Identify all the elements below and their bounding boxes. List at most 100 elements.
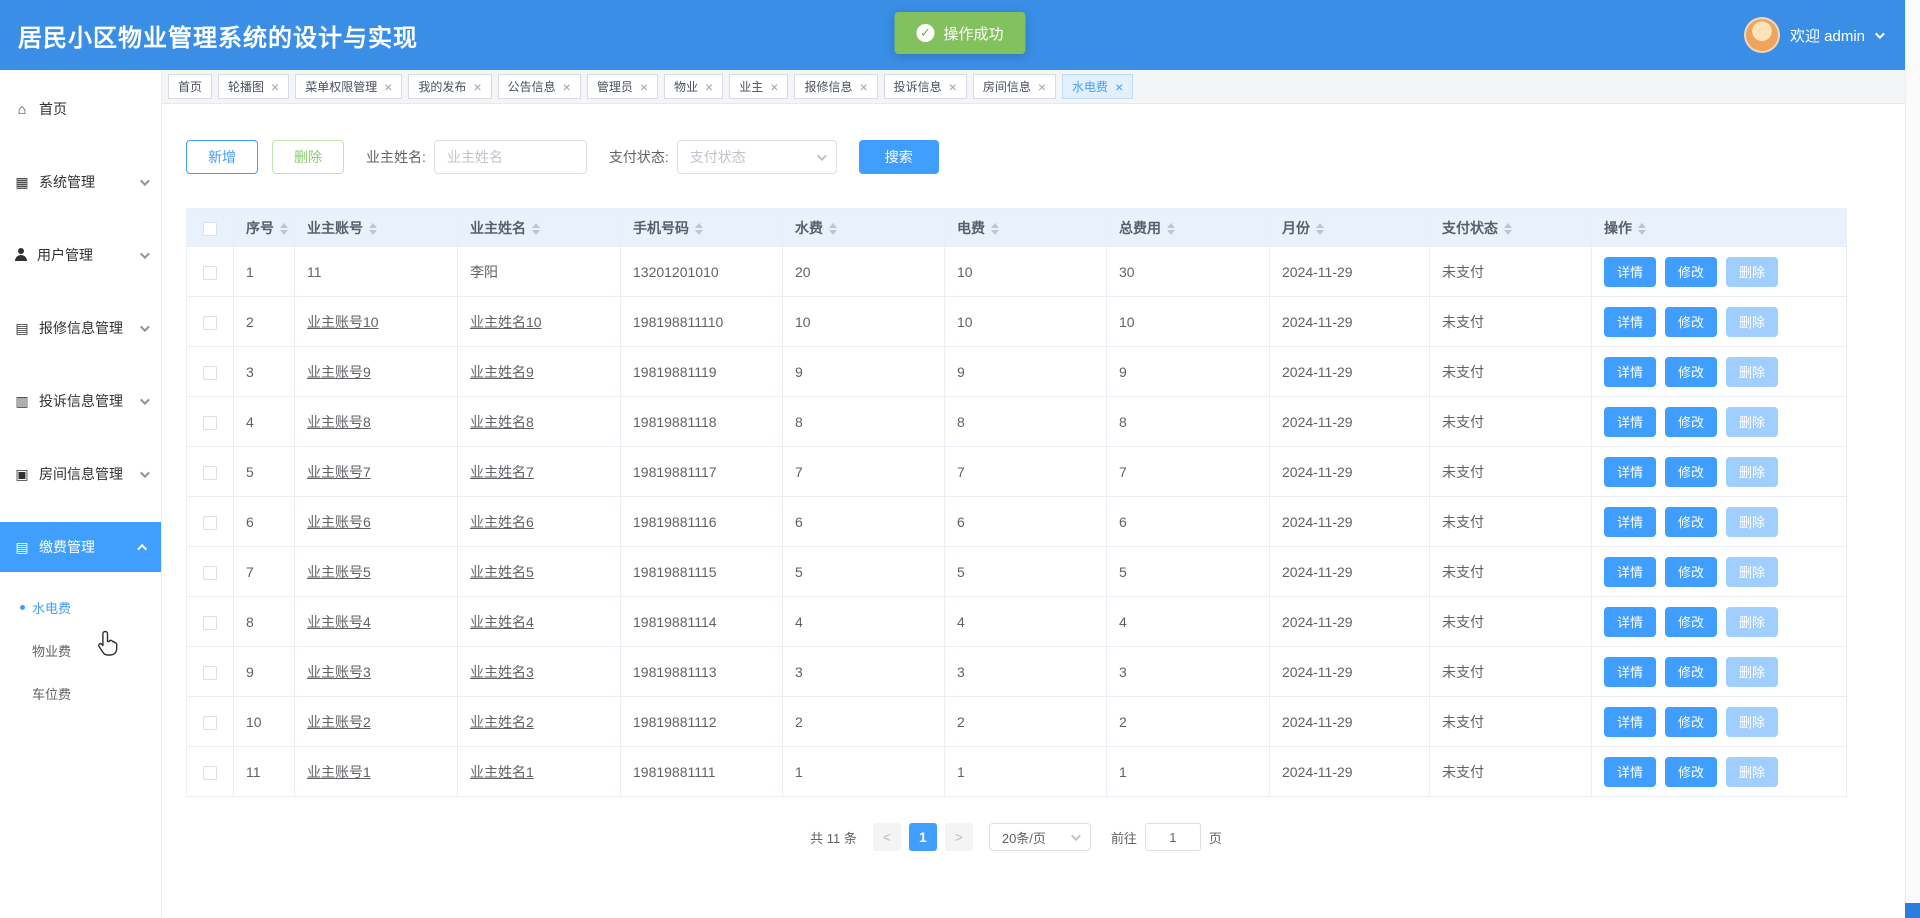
delete-row-button[interactable]: 删除 bbox=[1726, 607, 1778, 637]
edit-button[interactable]: 修改 bbox=[1665, 757, 1717, 787]
owner-name-input[interactable] bbox=[434, 140, 587, 174]
tab-close-icon[interactable]: × bbox=[859, 80, 867, 94]
pay-status-select[interactable]: 支付状态 bbox=[677, 140, 837, 174]
row-checkbox[interactable] bbox=[203, 266, 217, 280]
edit-button[interactable]: 修改 bbox=[1665, 307, 1717, 337]
sort-icon[interactable] bbox=[1504, 223, 1512, 235]
column-header-水费[interactable]: 水费 bbox=[783, 209, 945, 247]
tab-close-icon[interactable]: × bbox=[640, 80, 648, 94]
tab-close-icon[interactable]: × bbox=[1038, 80, 1046, 94]
edit-button[interactable]: 修改 bbox=[1665, 357, 1717, 387]
next-page-button[interactable]: > bbox=[945, 823, 973, 851]
sidebar-item-报修信息管理[interactable]: ▤报修信息管理 bbox=[0, 303, 161, 353]
sidebar-item-首页[interactable]: ⌂首页 bbox=[0, 84, 161, 134]
sort-icon[interactable] bbox=[532, 223, 540, 235]
sidebar-item-投诉信息管理[interactable]: ▥投诉信息管理 bbox=[0, 376, 161, 426]
delete-row-button[interactable]: 删除 bbox=[1726, 357, 1778, 387]
column-header-月份[interactable]: 月份 bbox=[1270, 209, 1430, 247]
tab-close-icon[interactable]: × bbox=[770, 80, 778, 94]
tab-close-icon[interactable]: × bbox=[473, 80, 481, 94]
tab-close-icon[interactable]: × bbox=[563, 80, 571, 94]
tab-业主[interactable]: 业主× bbox=[729, 74, 788, 99]
detail-button[interactable]: 详情 bbox=[1604, 607, 1656, 637]
sort-icon[interactable] bbox=[991, 223, 999, 235]
detail-button[interactable]: 详情 bbox=[1604, 307, 1656, 337]
delete-row-button[interactable]: 删除 bbox=[1726, 657, 1778, 687]
sort-icon[interactable] bbox=[829, 223, 837, 235]
column-header-总费用[interactable]: 总费用 bbox=[1107, 209, 1270, 247]
detail-button[interactable]: 详情 bbox=[1604, 507, 1656, 537]
delete-row-button[interactable]: 删除 bbox=[1726, 457, 1778, 487]
edit-button[interactable]: 修改 bbox=[1665, 507, 1717, 537]
row-checkbox[interactable] bbox=[203, 516, 217, 530]
detail-button[interactable]: 详情 bbox=[1604, 707, 1656, 737]
detail-button[interactable]: 详情 bbox=[1604, 257, 1656, 287]
tab-我的发布[interactable]: 我的发布× bbox=[408, 74, 491, 99]
edit-button[interactable]: 修改 bbox=[1665, 607, 1717, 637]
tab-投诉信息[interactable]: 投诉信息× bbox=[884, 74, 967, 99]
tab-close-icon[interactable]: × bbox=[705, 80, 713, 94]
scrollbar-track[interactable] bbox=[1905, 0, 1920, 918]
row-checkbox[interactable] bbox=[203, 666, 217, 680]
tab-物业[interactable]: 物业× bbox=[664, 74, 723, 99]
sidebar-subitem-物业费[interactable]: 物业费 bbox=[0, 629, 161, 672]
sort-icon[interactable] bbox=[369, 223, 377, 235]
sidebar-item-系统管理[interactable]: ▦系统管理 bbox=[0, 157, 161, 207]
add-button[interactable]: 新增 bbox=[186, 140, 258, 174]
goto-page-input[interactable] bbox=[1145, 823, 1201, 851]
delete-row-button[interactable]: 删除 bbox=[1726, 507, 1778, 537]
tab-水电费[interactable]: 水电费× bbox=[1062, 74, 1133, 99]
detail-button[interactable]: 详情 bbox=[1604, 657, 1656, 687]
sort-icon[interactable] bbox=[695, 223, 703, 235]
row-checkbox[interactable] bbox=[203, 466, 217, 480]
column-header-业主账号[interactable]: 业主账号 bbox=[295, 209, 458, 247]
page-size-select[interactable]: 20条/页 bbox=[989, 823, 1091, 851]
tab-房间信息[interactable]: 房间信息× bbox=[973, 74, 1056, 99]
column-header-支付状态[interactable]: 支付状态 bbox=[1430, 209, 1592, 247]
column-header-操作[interactable]: 操作 bbox=[1592, 209, 1847, 247]
row-checkbox[interactable] bbox=[203, 766, 217, 780]
search-button[interactable]: 搜索 bbox=[859, 140, 939, 174]
tab-close-icon[interactable]: × bbox=[384, 80, 392, 94]
delete-row-button[interactable]: 删除 bbox=[1726, 757, 1778, 787]
row-checkbox[interactable] bbox=[203, 316, 217, 330]
tab-报修信息[interactable]: 报修信息× bbox=[794, 74, 877, 99]
column-header-业主姓名[interactable]: 业主姓名 bbox=[458, 209, 621, 247]
tab-首页[interactable]: 首页 bbox=[168, 74, 212, 99]
select-all-checkbox[interactable] bbox=[203, 222, 217, 236]
sort-icon[interactable] bbox=[1316, 223, 1324, 235]
detail-button[interactable]: 详情 bbox=[1604, 757, 1656, 787]
tab-公告信息[interactable]: 公告信息× bbox=[498, 74, 581, 99]
sort-icon[interactable] bbox=[280, 223, 288, 235]
tab-菜单权限管理[interactable]: 菜单权限管理× bbox=[295, 74, 402, 99]
sidebar-item-缴费管理[interactable]: ▤缴费管理 bbox=[0, 522, 161, 572]
tab-轮播图[interactable]: 轮播图× bbox=[218, 74, 289, 99]
sidebar-item-房间信息管理[interactable]: ▣房间信息管理 bbox=[0, 449, 161, 499]
row-checkbox[interactable] bbox=[203, 416, 217, 430]
sidebar-subitem-车位费[interactable]: 车位费 bbox=[0, 672, 161, 715]
page-1-button[interactable]: 1 bbox=[909, 823, 937, 851]
delete-row-button[interactable]: 删除 bbox=[1726, 307, 1778, 337]
row-checkbox[interactable] bbox=[203, 366, 217, 380]
edit-button[interactable]: 修改 bbox=[1665, 557, 1717, 587]
user-menu[interactable]: 欢迎 admin bbox=[1744, 17, 1882, 53]
edit-button[interactable]: 修改 bbox=[1665, 707, 1717, 737]
tab-close-icon[interactable]: × bbox=[1115, 80, 1123, 94]
row-checkbox[interactable] bbox=[203, 566, 217, 580]
edit-button[interactable]: 修改 bbox=[1665, 657, 1717, 687]
sort-icon[interactable] bbox=[1638, 223, 1646, 235]
tab-管理员[interactable]: 管理员× bbox=[587, 74, 658, 99]
edit-button[interactable]: 修改 bbox=[1665, 457, 1717, 487]
sidebar-item-用户管理[interactable]: 用户管理 bbox=[0, 230, 161, 280]
row-checkbox[interactable] bbox=[203, 716, 217, 730]
delete-row-button[interactable]: 删除 bbox=[1726, 707, 1778, 737]
detail-button[interactable]: 详情 bbox=[1604, 557, 1656, 587]
row-checkbox[interactable] bbox=[203, 616, 217, 630]
column-header-手机号码[interactable]: 手机号码 bbox=[621, 209, 783, 247]
sidebar-subitem-水电费[interactable]: 水电费 bbox=[0, 586, 161, 629]
tab-close-icon[interactable]: × bbox=[949, 80, 957, 94]
column-header-序号[interactable]: 序号 bbox=[234, 209, 295, 247]
delete-row-button[interactable]: 删除 bbox=[1726, 407, 1778, 437]
delete-row-button[interactable]: 删除 bbox=[1726, 557, 1778, 587]
tab-close-icon[interactable]: × bbox=[271, 80, 279, 94]
